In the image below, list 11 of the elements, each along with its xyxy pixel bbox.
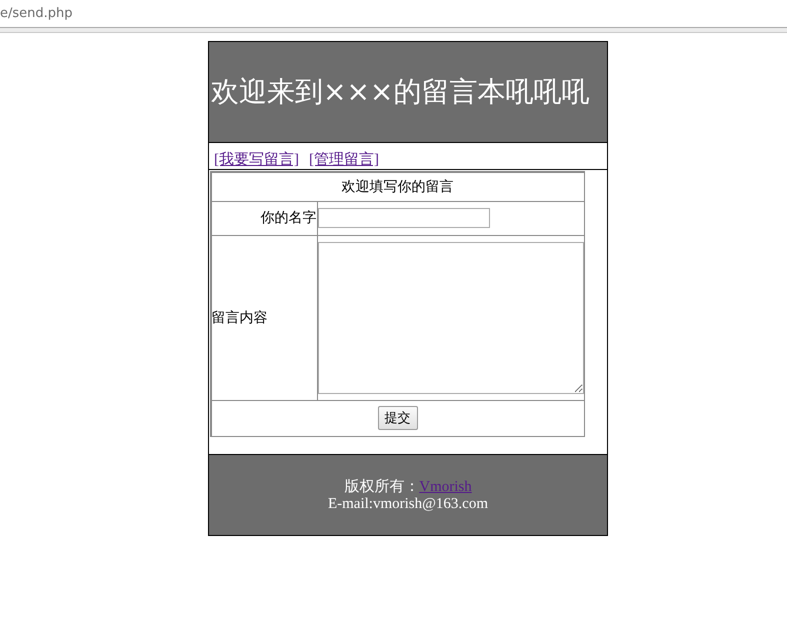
nav-link[interactable]: [我要写留言] [214,150,299,169]
content-label: 留言内容 [212,308,268,326]
page-title: 欢迎来到×××的留言本吼吼吼 [211,74,590,110]
nav-link[interactable]: [管理留言] [309,150,379,169]
name-label: 你的名字 [260,209,316,227]
email-text: E-mail:vmorish@163.com [328,496,488,513]
form-heading: 欢迎填写你的留言 [342,178,454,196]
copyright-text: 版权所有： [344,479,420,495]
submit-button[interactable]: 提交 [378,406,418,430]
name-field[interactable] [318,208,490,228]
address-url: e/send.php [0,6,73,21]
